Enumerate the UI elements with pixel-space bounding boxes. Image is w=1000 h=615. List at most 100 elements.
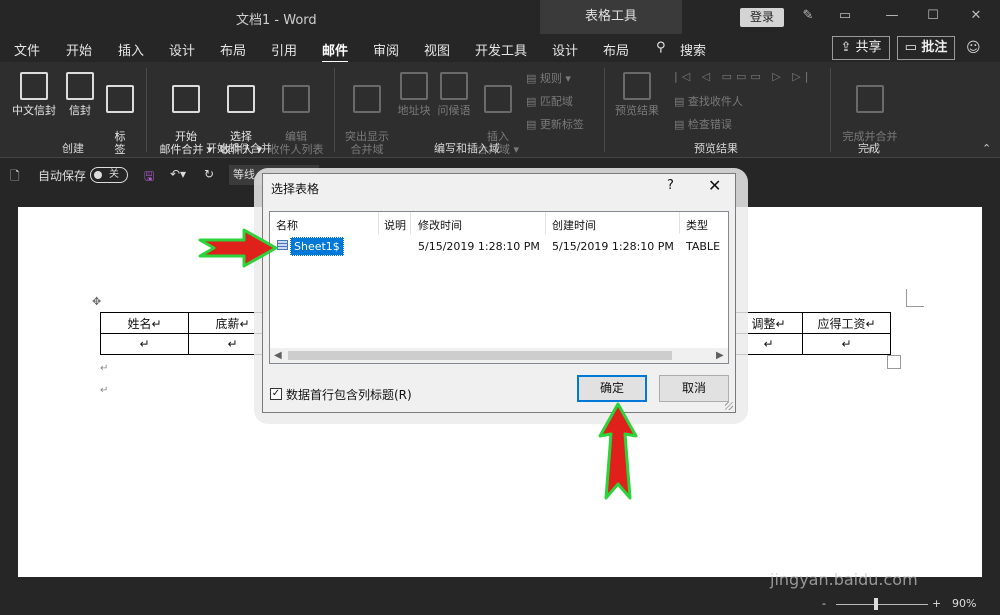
update-labels-icon: ▤ bbox=[526, 118, 537, 131]
tab-table-layout[interactable]: 布局 bbox=[603, 40, 629, 59]
highlight-merge-fields-button[interactable]: 突出显示 合并域 bbox=[340, 72, 394, 156]
save-icon[interactable]: 🖫 bbox=[144, 167, 154, 188]
first-row-headers-checkbox[interactable]: ✓ bbox=[270, 388, 282, 400]
group-separator bbox=[334, 68, 335, 152]
address-block-icon bbox=[400, 72, 428, 100]
address-block-button[interactable]: 地址块 bbox=[394, 72, 434, 117]
greeting-line-button[interactable]: 问候语 bbox=[434, 72, 474, 117]
document-table[interactable]: 姓名↵ 底薪↵ ↵ ↵ bbox=[100, 312, 277, 355]
column-separator[interactable] bbox=[378, 212, 379, 234]
table-header-cell[interactable]: 姓名↵ bbox=[100, 312, 189, 334]
zoom-in-button[interactable]: + bbox=[932, 597, 941, 610]
paragraph-mark: ↵ bbox=[100, 363, 109, 374]
table-row: ↵ ↵ bbox=[100, 333, 277, 355]
check-errors-button[interactable]: ▤ 检查错误 bbox=[674, 116, 732, 132]
tab-search[interactable]: 搜索 bbox=[680, 40, 706, 59]
restore-ribbon-icon[interactable]: ▭ bbox=[837, 8, 853, 24]
pen-icon[interactable]: ✎ bbox=[800, 8, 816, 24]
scrollbar-thumb[interactable] bbox=[288, 351, 672, 360]
preview-results-button[interactable]: 预览结果 bbox=[612, 72, 662, 117]
table-row: ↵ ↵ bbox=[734, 333, 891, 355]
tab-view[interactable]: 视图 bbox=[424, 40, 450, 59]
find-recipient-icon: ▤ bbox=[674, 95, 685, 108]
sheet-modified-time: 5/15/2019 1:28:10 PM bbox=[418, 240, 540, 253]
login-button[interactable]: 登录 bbox=[740, 8, 784, 27]
table-cell[interactable]: ↵ bbox=[100, 333, 189, 355]
tab-file[interactable]: 文件 bbox=[14, 40, 40, 59]
tab-developer[interactable]: 开发工具 bbox=[475, 40, 527, 59]
table-cell[interactable]: ↵ bbox=[802, 333, 891, 355]
column-header-description[interactable]: 说明 bbox=[384, 217, 406, 233]
ok-button[interactable]: 确定 bbox=[577, 375, 647, 402]
help-button[interactable]: ? bbox=[667, 178, 674, 193]
rules-button[interactable]: ▤ 规则 ▾ bbox=[526, 70, 571, 86]
tab-home[interactable]: 开始 bbox=[66, 40, 92, 59]
envelope-icon bbox=[66, 72, 94, 100]
new-document-icon[interactable]: 🗋 bbox=[10, 167, 20, 188]
minimize-icon[interactable]: — bbox=[884, 8, 900, 24]
record-navigation[interactable]: |◁ ◁ ▭▭▭ ▷ ▷| bbox=[674, 70, 812, 83]
label-icon bbox=[106, 85, 134, 113]
tab-table-design[interactable]: 设计 bbox=[552, 40, 578, 59]
column-header-modified[interactable]: 修改时间 bbox=[418, 217, 462, 233]
update-labels-button[interactable]: ▤ 更新标签 bbox=[526, 116, 584, 132]
preview-abc-icon bbox=[623, 72, 651, 100]
column-separator[interactable] bbox=[545, 212, 546, 234]
scroll-right-icon[interactable]: ▶ bbox=[716, 348, 724, 363]
table-resize-handle[interactable] bbox=[887, 355, 901, 369]
tab-mailings[interactable]: 邮件 bbox=[322, 40, 349, 63]
chinese-envelope-button[interactable]: 中文信封 bbox=[10, 72, 58, 117]
horizontal-scrollbar[interactable]: ◀ ▶ bbox=[270, 348, 728, 363]
select-table-dialog: 选择表格 ? ✕ 名称 说明 修改时间 创建时间 类型 Sheet1$ 5/15… bbox=[262, 173, 736, 413]
table-row: 调整↵ 应得工资↵ bbox=[734, 312, 891, 334]
sheet-name: Sheet1$ bbox=[290, 237, 344, 256]
search-icon[interactable]: ⚲ bbox=[656, 40, 666, 55]
redo-icon[interactable]: ↻ bbox=[204, 167, 214, 181]
dialog-close-icon[interactable]: ✕ bbox=[708, 176, 721, 195]
table-tools-tab[interactable]: 表格工具 bbox=[540, 0, 682, 34]
scroll-left-icon[interactable]: ◀ bbox=[274, 348, 282, 363]
window-title: 文档1 - Word bbox=[236, 13, 317, 28]
tab-review[interactable]: 审阅 bbox=[373, 40, 399, 59]
smiley-icon[interactable]: ☺ bbox=[966, 40, 981, 56]
undo-icon[interactable]: ↶▾ bbox=[170, 167, 186, 181]
column-separator[interactable] bbox=[679, 212, 680, 234]
envelope-button[interactable]: 信封 bbox=[64, 72, 96, 117]
zoom-slider-thumb[interactable] bbox=[874, 598, 878, 610]
title-bar: 文档1 - Word 表格工具 登录 ✎ ▭ — ☐ ✕ bbox=[0, 0, 1000, 34]
column-header-created[interactable]: 创建时间 bbox=[552, 217, 596, 233]
document-table-right[interactable]: 调整↵ 应得工资↵ ↵ ↵ bbox=[734, 312, 891, 355]
column-header-type[interactable]: 类型 bbox=[686, 217, 708, 233]
rules-icon: ▤ bbox=[526, 72, 537, 85]
first-row-headers-label[interactable]: 数据首行包含列标题(R) bbox=[286, 386, 412, 403]
edit-recipient-list-button[interactable]: 编辑 收件人列表 bbox=[264, 72, 328, 156]
table-move-handle-icon[interactable]: ✥ bbox=[92, 295, 101, 308]
labels-button[interactable]: 标 签 bbox=[104, 72, 136, 156]
column-separator[interactable] bbox=[410, 212, 411, 234]
zoom-out-button[interactable]: - bbox=[822, 597, 826, 610]
tab-design[interactable]: 设计 bbox=[169, 40, 195, 59]
maximize-icon[interactable]: ☐ bbox=[925, 8, 941, 24]
paragraph-mark: ↵ bbox=[100, 385, 109, 396]
autosave-toggle[interactable]: 关 bbox=[90, 167, 128, 183]
tab-references[interactable]: 引用 bbox=[271, 40, 297, 59]
group-label-finish: 完成 bbox=[858, 142, 880, 155]
table-list[interactable]: 名称 说明 修改时间 创建时间 类型 Sheet1$ 5/15/2019 1:2… bbox=[269, 211, 729, 364]
collapse-ribbon-icon[interactable]: ⌃ bbox=[982, 142, 991, 155]
share-icon: ⇪ bbox=[840, 40, 852, 55]
cancel-button[interactable]: 取消 bbox=[659, 375, 729, 402]
zoom-slider-track[interactable] bbox=[836, 604, 928, 605]
resize-grip[interactable] bbox=[725, 402, 733, 410]
find-recipient-button[interactable]: ▤ 查找收件人 bbox=[674, 93, 743, 109]
tab-layout[interactable]: 布局 bbox=[220, 40, 246, 59]
column-header-name[interactable]: 名称 bbox=[276, 217, 298, 233]
match-fields-button[interactable]: ▤ 匹配域 bbox=[526, 93, 573, 109]
comment-button[interactable]: ▭ 批注 bbox=[897, 36, 955, 60]
table-header-cell[interactable]: 应得工资↵ bbox=[802, 312, 891, 334]
highlight-fields-icon bbox=[353, 85, 381, 113]
share-button[interactable]: ⇪ 共享 bbox=[832, 36, 890, 60]
watermark-brand: Baidu经验 bbox=[770, 528, 955, 568]
zoom-level[interactable]: 90% bbox=[952, 597, 976, 610]
close-icon[interactable]: ✕ bbox=[968, 8, 984, 24]
tab-insert[interactable]: 插入 bbox=[118, 40, 144, 59]
